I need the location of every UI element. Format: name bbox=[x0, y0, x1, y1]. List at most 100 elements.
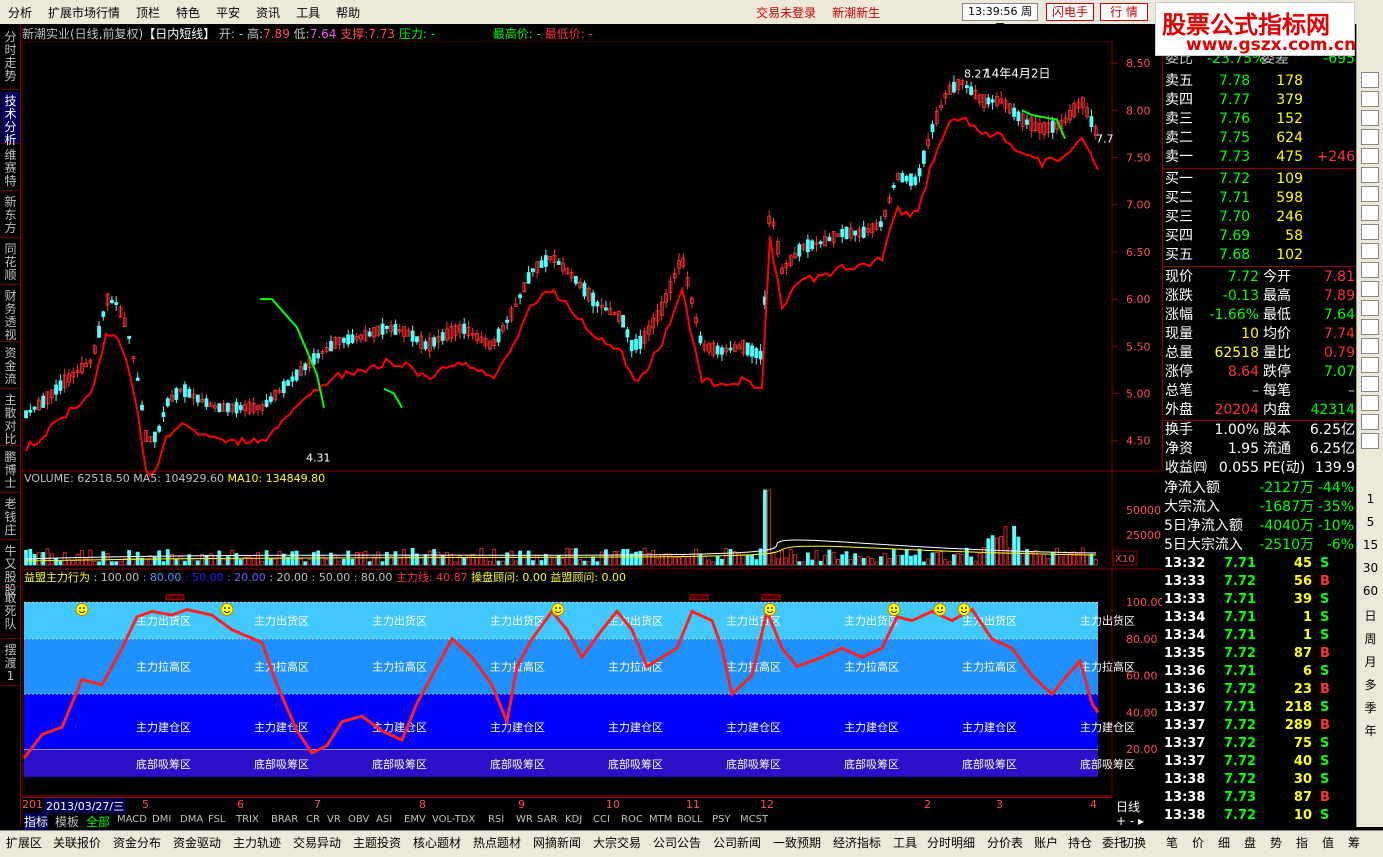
bottom-tab[interactable]: 热点题材 bbox=[473, 834, 521, 851]
left-tab[interactable]: 摆渡1 bbox=[1, 641, 20, 686]
toolbar-icon[interactable] bbox=[1361, 395, 1379, 411]
period-button[interactable]: 1 bbox=[1357, 492, 1383, 506]
bottom-tab[interactable]: 主力轨迹 bbox=[233, 834, 281, 851]
bottom-tab[interactable]: 持仓 bbox=[1068, 834, 1092, 851]
toolbar-icon[interactable] bbox=[1361, 148, 1379, 164]
toolbar-icon[interactable] bbox=[1361, 357, 1379, 373]
bottom-right-tab[interactable]: 切换 bbox=[1122, 834, 1146, 851]
menu-warning[interactable]: 交易未登录 bbox=[748, 4, 824, 21]
left-tab[interactable]: 同花顺 bbox=[1, 240, 20, 285]
quote-button[interactable]: 行 情 bbox=[1100, 3, 1148, 21]
left-tab[interactable]: 敢死队 bbox=[1, 589, 20, 639]
indicator-tab[interactable]: PSY bbox=[712, 814, 731, 825]
toolbar-icon[interactable] bbox=[1361, 224, 1379, 240]
bottom-tab[interactable]: 大宗交易 bbox=[593, 834, 641, 851]
period-button[interactable]: 周 bbox=[1357, 630, 1383, 647]
bottom-tab[interactable]: 交易异动 bbox=[293, 834, 341, 851]
indicator-tab[interactable]: MCST bbox=[740, 814, 768, 825]
indicator-tab[interactable]: ROC bbox=[621, 814, 643, 825]
indicator-tab[interactable]: CCI bbox=[593, 814, 610, 825]
period-button[interactable]: 季 bbox=[1357, 699, 1383, 716]
indicator-tab[interactable]: DMA bbox=[180, 814, 203, 825]
menu-item[interactable]: 平安 bbox=[208, 4, 248, 21]
period-button[interactable]: 日 bbox=[1357, 607, 1383, 624]
bottom-tab[interactable]: 主题投资 bbox=[353, 834, 401, 851]
chart-area[interactable]: 8.508.007.507.006.506.005.505.004.508.27… bbox=[22, 41, 1162, 797]
bottom-tab[interactable]: 网摘新闻 bbox=[533, 834, 581, 851]
menu-item[interactable]: 扩展市场行情 bbox=[40, 4, 128, 21]
menu-warning[interactable]: 新潮新生 bbox=[824, 4, 888, 21]
indicator-tab[interactable]: MTM bbox=[649, 814, 672, 825]
period-button[interactable]: 30 bbox=[1357, 561, 1383, 575]
indicator-tab[interactable]: CR bbox=[306, 814, 320, 825]
bottom-tab[interactable]: 公司公告 bbox=[653, 834, 701, 851]
indicator-tab[interactable]: OBV bbox=[348, 814, 369, 825]
indicator-tab[interactable]: BRAR bbox=[271, 814, 298, 825]
indicator-tab[interactable]: ASI bbox=[376, 814, 392, 825]
period-button[interactable]: 年 bbox=[1357, 722, 1383, 739]
bottom-tab[interactable]: 一致预期 bbox=[773, 834, 821, 851]
menu-item[interactable]: 帮助 bbox=[328, 4, 368, 21]
indicator-tab[interactable]: BOLL bbox=[677, 814, 703, 825]
bottom-tab[interactable]: 分时明细 bbox=[927, 834, 975, 851]
scroll-buttons[interactable]: + - ▸ bbox=[1116, 814, 1144, 828]
bottom-tab[interactable]: 分价表 bbox=[987, 834, 1023, 851]
flash-trade-button[interactable]: 闪电手 bbox=[1046, 3, 1094, 21]
bottom-right-tab[interactable]: 值 bbox=[1322, 834, 1334, 851]
indicator-tab[interactable]: 全部 bbox=[86, 813, 110, 830]
indicator-tab[interactable]: VR bbox=[327, 814, 341, 825]
indicator-tab[interactable]: EMV bbox=[404, 814, 426, 825]
period-button[interactable]: 5 bbox=[1357, 515, 1383, 529]
left-tab[interactable]: 维赛特 bbox=[1, 146, 20, 191]
toolbar-icon[interactable] bbox=[1361, 414, 1379, 430]
toolbar-icon[interactable] bbox=[1361, 129, 1379, 145]
toolbar-icon[interactable] bbox=[1361, 262, 1379, 278]
indicator-tab[interactable]: WR bbox=[516, 814, 533, 825]
bottom-tab[interactable]: 账户 bbox=[1034, 834, 1058, 851]
indicator-tab[interactable]: MACD bbox=[117, 814, 147, 825]
bottom-right-tab[interactable]: 筹 bbox=[1348, 834, 1360, 851]
toolbar-icon[interactable] bbox=[1361, 300, 1379, 316]
indicator-tab[interactable]: FSL bbox=[208, 814, 226, 825]
period-button[interactable]: 15 bbox=[1357, 538, 1383, 552]
bottom-right-tab[interactable]: 指 bbox=[1296, 834, 1308, 851]
bottom-right-tab[interactable]: 笔 bbox=[1166, 834, 1178, 851]
menu-item[interactable]: 特色 bbox=[168, 4, 208, 21]
toolbar-icon[interactable] bbox=[1361, 186, 1379, 202]
period-button[interactable]: 月 bbox=[1357, 653, 1383, 670]
bottom-right-tab[interactable]: 细 bbox=[1218, 834, 1230, 851]
bottom-tab[interactable]: 经济指标 bbox=[833, 834, 881, 851]
bottom-right-tab[interactable]: 盘 bbox=[1244, 834, 1256, 851]
left-tab[interactable]: 牛又股股 bbox=[1, 542, 20, 597]
period-button[interactable]: 60 bbox=[1357, 584, 1383, 598]
indicator-tab[interactable]: SAR bbox=[537, 814, 557, 825]
toolbar-icon[interactable] bbox=[1361, 433, 1379, 449]
toolbar-icon[interactable] bbox=[1361, 319, 1379, 335]
bottom-right-tab[interactable]: 势 bbox=[1270, 834, 1282, 851]
toolbar-icon[interactable] bbox=[1361, 167, 1379, 183]
bottom-tab[interactable]: 资金分布 bbox=[113, 834, 161, 851]
indicator-tab[interactable]: DMI bbox=[152, 814, 171, 825]
toolbar-icon[interactable] bbox=[1361, 91, 1379, 107]
toolbar-icon[interactable] bbox=[1361, 205, 1379, 221]
left-tab[interactable]: 分时走势 bbox=[1, 28, 20, 90]
left-tab[interactable]: 鹏博士 bbox=[1, 448, 20, 493]
indicator-tab[interactable]: RSI bbox=[488, 814, 504, 825]
bottom-right-tab[interactable]: 价 bbox=[1192, 834, 1204, 851]
left-tab[interactable]: 主散对比 bbox=[1, 391, 20, 446]
indicator-tab[interactable]: 指标 bbox=[24, 813, 49, 830]
bottom-tab[interactable]: 公司新闻 bbox=[713, 834, 761, 851]
bottom-tab[interactable]: 扩展区 bbox=[6, 834, 42, 851]
left-tab[interactable]: 老钱庄 bbox=[1, 495, 20, 540]
toolbar-icon[interactable] bbox=[1361, 338, 1379, 354]
left-tab[interactable]: 财务透视 bbox=[1, 287, 20, 342]
menu-item[interactable]: 资讯 bbox=[248, 4, 288, 21]
bottom-tab[interactable]: 关联报价 bbox=[53, 834, 101, 851]
toolbar-icon[interactable] bbox=[1361, 243, 1379, 259]
indicator-tab[interactable]: TRIX bbox=[236, 814, 259, 825]
indicator-tab[interactable]: 模板 bbox=[55, 813, 79, 830]
toolbar-icon[interactable] bbox=[1361, 281, 1379, 297]
toolbar-icon[interactable] bbox=[1361, 72, 1379, 88]
bottom-tab[interactable]: 核心题材 bbox=[413, 834, 461, 851]
left-tab[interactable]: 资金流 bbox=[1, 344, 20, 389]
